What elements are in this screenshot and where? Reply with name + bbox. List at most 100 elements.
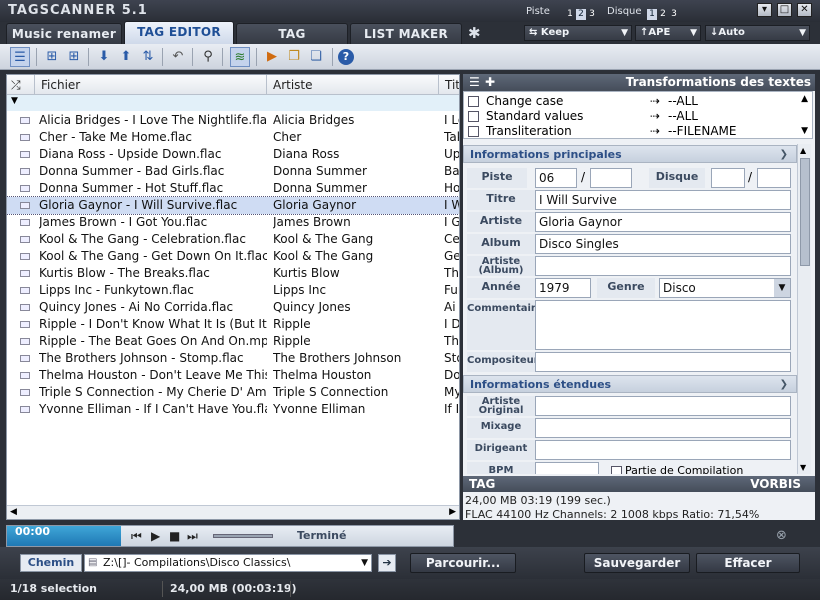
go-arrow-button[interactable]: ➔ xyxy=(378,554,396,572)
piste-num-1[interactable]: 1 xyxy=(565,9,575,20)
tab-list-maker[interactable]: LIST MAKER xyxy=(350,23,462,44)
undo-icon[interactable]: ↶ xyxy=(168,47,188,67)
auto-dropdown[interactable]: ↓Auto ▼ xyxy=(705,25,810,41)
standard-values-checkbox[interactable] xyxy=(468,111,479,122)
keep-dropdown-icon: ⇆ xyxy=(529,27,538,38)
info-vertical-scrollbar[interactable]: ▲ ▼ xyxy=(797,144,811,474)
artiste-album-input[interactable] xyxy=(535,256,791,276)
clear-icon[interactable]: ⊗ xyxy=(776,528,787,543)
annee-input[interactable]: 1979 xyxy=(535,278,591,298)
table-row[interactable]: Yvonne Elliman - If I Can't Have You.fla… xyxy=(7,401,459,418)
dirigeant-input[interactable] xyxy=(535,440,791,460)
list-icon[interactable]: ☰ xyxy=(469,74,480,91)
copy-icon[interactable]: ❐ xyxy=(284,47,304,67)
disque-total-input[interactable] xyxy=(757,168,791,188)
search-icon[interactable]: ⚲ xyxy=(198,47,218,67)
keep-dropdown[interactable]: ⇆ Keep ▼ xyxy=(524,25,632,41)
titre-input[interactable]: I Will Survive xyxy=(535,190,791,210)
table-row[interactable]: Ripple - I Don't Know What It Is (But It… xyxy=(7,316,459,333)
artiste-original-field-label: Artiste Original xyxy=(467,396,535,416)
tab-music-renamer[interactable]: Music renamer xyxy=(6,23,122,44)
table-row[interactable]: Diana Ross - Upside Down.flac Diana Ross U… xyxy=(7,146,459,163)
maximize-button[interactable]: □ xyxy=(777,3,792,17)
scroll-up-icon[interactable]: ▲ xyxy=(801,94,808,104)
artist-cell: Donna Summer xyxy=(273,181,367,195)
table-row[interactable]: Quincy Jones - Ai No Corrida.flac Quincy … xyxy=(7,299,459,316)
table-row[interactable]: Ripple - The Beat Goes On And On.mp3 Ripp… xyxy=(7,333,459,350)
compositeur-input[interactable] xyxy=(535,352,791,372)
table-row[interactable]: Cher - Take Me Home.flac Cher Take xyxy=(7,129,459,146)
table-row[interactable]: Gloria Gaynor - I Will Survive.flac Glori… xyxy=(7,196,459,215)
move-down-icon[interactable]: ⬇ xyxy=(94,47,114,67)
compilation-checkbox[interactable] xyxy=(611,466,622,474)
disque-selector[interactable]: 123 xyxy=(647,6,680,20)
bpm-input[interactable] xyxy=(535,462,599,474)
volume-slider[interactable] xyxy=(213,534,273,538)
extended-info-header[interactable]: Informations étendues ❯ xyxy=(463,375,797,393)
browse-button[interactable]: Parcourir... xyxy=(410,553,516,573)
help-icon[interactable]: ? xyxy=(338,49,354,65)
previous-icon[interactable]: ⏮ xyxy=(131,529,142,544)
ape-dropdown[interactable]: ↑APE ▼ xyxy=(635,25,701,41)
table-row[interactable]: Kurtis Blow - The Breaks.flac Kurtis Blow… xyxy=(7,265,459,282)
table-row[interactable]: Kool & The Gang - Get Down On It.flac Koo… xyxy=(7,248,459,265)
delete-button[interactable]: Effacer xyxy=(696,553,800,573)
piste-input[interactable]: 06 xyxy=(535,168,577,188)
artiste-field-label: Artiste xyxy=(467,212,535,232)
next-icon[interactable]: ⏭ xyxy=(187,529,198,544)
tab-tag-processor[interactable]: TAG PROCESSOR xyxy=(236,23,348,61)
piste-total-input[interactable] xyxy=(590,168,632,188)
close-button[interactable]: ✕ xyxy=(797,3,812,17)
piste-num-3[interactable]: 3 xyxy=(587,9,597,20)
horizontal-scrollbar[interactable]: ◀ ▶ xyxy=(7,505,459,519)
grid-large-icon[interactable]: ⊞ xyxy=(64,47,84,67)
play-icon[interactable]: ▶ xyxy=(151,529,160,543)
table-row[interactable]: The Brothers Johnson - Stomp.flac The Bro… xyxy=(7,350,459,367)
tab-tag-editor[interactable]: TAG EDITOR xyxy=(124,21,234,44)
table-row[interactable]: Donna Summer - Bad Girls.flac Donna Summe… xyxy=(7,163,459,180)
path-combobox[interactable]: ▤ Z:\[]- Compilations\Disco Classics\ ▼ xyxy=(84,554,372,572)
play-file-icon[interactable]: ▶ xyxy=(262,47,282,67)
group-row[interactable]: ▼ xyxy=(7,95,459,111)
paste-icon[interactable]: ❏ xyxy=(306,47,326,67)
column-header-titre[interactable]: Tit xyxy=(439,75,459,95)
artist-cell: The Brothers Johnson xyxy=(273,351,402,365)
add-icon[interactable]: ✚ xyxy=(485,74,495,91)
filter-icon[interactable]: ≋ xyxy=(230,47,250,67)
stop-icon[interactable]: ■ xyxy=(169,529,180,543)
piste-selector[interactable]: 123 xyxy=(565,6,598,20)
disque-num-3[interactable]: 3 xyxy=(669,9,679,20)
column-header-fichier[interactable]: Fichier xyxy=(35,75,267,95)
scroll-down-icon[interactable]: ▼ xyxy=(801,126,808,136)
settings-gear-icon[interactable]: ✱ xyxy=(468,24,481,42)
save-button[interactable]: Sauvegarder xyxy=(584,553,690,573)
commentaire-textarea[interactable] xyxy=(535,300,791,350)
table-row[interactable]: James Brown - I Got You.flac James Brown I… xyxy=(7,214,459,231)
sort-icon[interactable]: ⇅ xyxy=(138,47,158,67)
artiste-input[interactable]: Gloria Gaynor xyxy=(535,212,791,232)
album-input[interactable]: Disco Singles xyxy=(535,234,791,254)
change-case-checkbox[interactable] xyxy=(468,96,479,107)
move-up-icon[interactable]: ⬆ xyxy=(116,47,136,67)
shuffle-column-header[interactable]: ⤮ xyxy=(7,75,35,95)
table-row[interactable]: Kool & The Gang - Celebration.flac Kool &… xyxy=(7,231,459,248)
table-row[interactable]: Lipps Inc - Funkytown.flac Lipps Inc Fun xyxy=(7,282,459,299)
table-row[interactable]: Alicia Bridges - I Love The Nightlife.fl… xyxy=(7,112,459,129)
main-info-header[interactable]: Informations principales ❯ xyxy=(463,145,797,163)
minimize-button[interactable]: ▾ xyxy=(757,3,772,17)
table-row[interactable]: Thelma Houston - Don't Leave Me This ...… xyxy=(7,367,459,384)
grid-small-icon[interactable]: ⊞ xyxy=(42,47,62,67)
genre-select[interactable]: Disco ▼ xyxy=(659,278,791,298)
list-view-icon[interactable]: ☰ xyxy=(10,47,30,67)
mixage-input[interactable] xyxy=(535,418,791,438)
column-header-artiste[interactable]: Artiste xyxy=(267,75,439,95)
artiste-original-input[interactable] xyxy=(535,396,791,416)
table-row[interactable]: Triple S Connection - My Cherie D' Amo..… xyxy=(7,384,459,401)
piste-num-2[interactable]: 2 xyxy=(576,9,586,20)
disque-input[interactable] xyxy=(711,168,745,188)
table-row[interactable]: Donna Summer - Hot Stuff.flac Donna Summe… xyxy=(7,180,459,197)
transliteration-checkbox[interactable] xyxy=(468,126,479,137)
disque-num-2[interactable]: 2 xyxy=(658,9,668,20)
disque-num-1[interactable]: 1 xyxy=(647,9,657,20)
scroll-thumb[interactable] xyxy=(800,158,810,266)
